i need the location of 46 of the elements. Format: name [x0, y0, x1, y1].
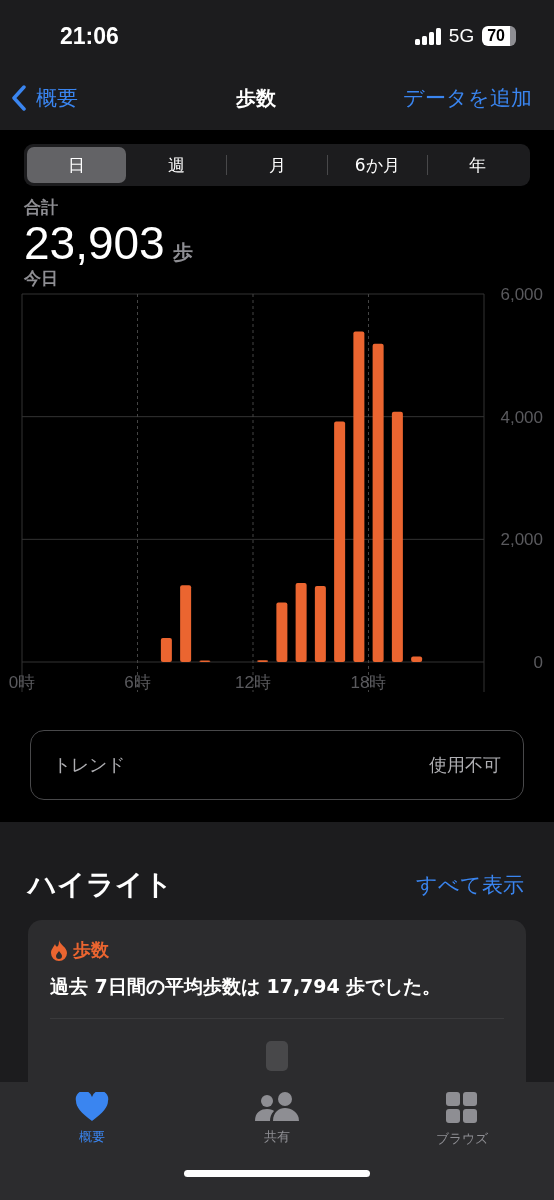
back-button[interactable]: 概要: [12, 84, 78, 112]
axis-label: 2,000: [500, 530, 543, 550]
axis-label: 4,000: [500, 407, 543, 427]
category-label: 歩数: [73, 938, 109, 963]
add-data-button[interactable]: データを追加: [403, 84, 532, 112]
segment-tab[interactable]: 週: [127, 147, 227, 183]
trend-row[interactable]: トレンド 使用不可: [30, 730, 524, 801]
status-time: 21:06: [60, 22, 119, 50]
section-title: ハイライト: [28, 867, 173, 904]
bar: [257, 660, 269, 663]
heart-icon[interactable]: [75, 1092, 109, 1122]
axis-label: 0時: [8, 673, 36, 693]
flame-icon: [50, 939, 68, 962]
tab-bar-item[interactable]: ブラウズ: [412, 1092, 512, 1148]
highlight-card[interactable]: 歩数 過去 7日間の平均歩数は 17,794 歩でした。: [28, 920, 526, 1082]
signal-icon: [414, 27, 441, 45]
bar: [276, 602, 288, 663]
period-label: 今日: [24, 267, 59, 291]
bar: [411, 656, 423, 663]
axis-label: 18時: [350, 673, 387, 693]
tab-bar-item[interactable]: 概要: [42, 1092, 142, 1148]
show-all-link[interactable]: すべて表示: [416, 871, 524, 900]
trend-label: トレンド: [53, 753, 125, 778]
back-label[interactable]: 概要: [36, 84, 78, 112]
axis-label: 6時: [124, 673, 151, 693]
bar: [160, 638, 172, 663]
tab-bar-item[interactable]: 共有: [227, 1092, 327, 1148]
chevron-left-icon[interactable]: [12, 85, 26, 111]
highlight-text: 過去 7日間の平均歩数は 17,794 歩でした。: [50, 974, 443, 1000]
screen-title: 歩数: [235, 84, 276, 112]
segment-tab[interactable]: 月: [227, 147, 327, 183]
axis-label: 6,000: [500, 285, 543, 305]
people-icon[interactable]: [254, 1092, 300, 1122]
segment-tab[interactable]: 日: [27, 147, 127, 183]
network-label: 5G: [448, 25, 475, 47]
total-label: 合計: [24, 196, 59, 219]
segment-tab[interactable]: 年: [427, 147, 527, 183]
grid-icon[interactable]: [446, 1092, 478, 1124]
axis-label: 0: [533, 653, 543, 673]
unit-label: 歩: [172, 242, 193, 263]
battery-indicator: 70: [482, 26, 516, 46]
bar: [199, 660, 211, 663]
trend-value: 使用不可: [429, 753, 501, 778]
segment-tab[interactable]: 6か月: [327, 147, 427, 183]
step-total: 23,903: [24, 219, 165, 268]
axis-label: 12時: [235, 673, 271, 693]
